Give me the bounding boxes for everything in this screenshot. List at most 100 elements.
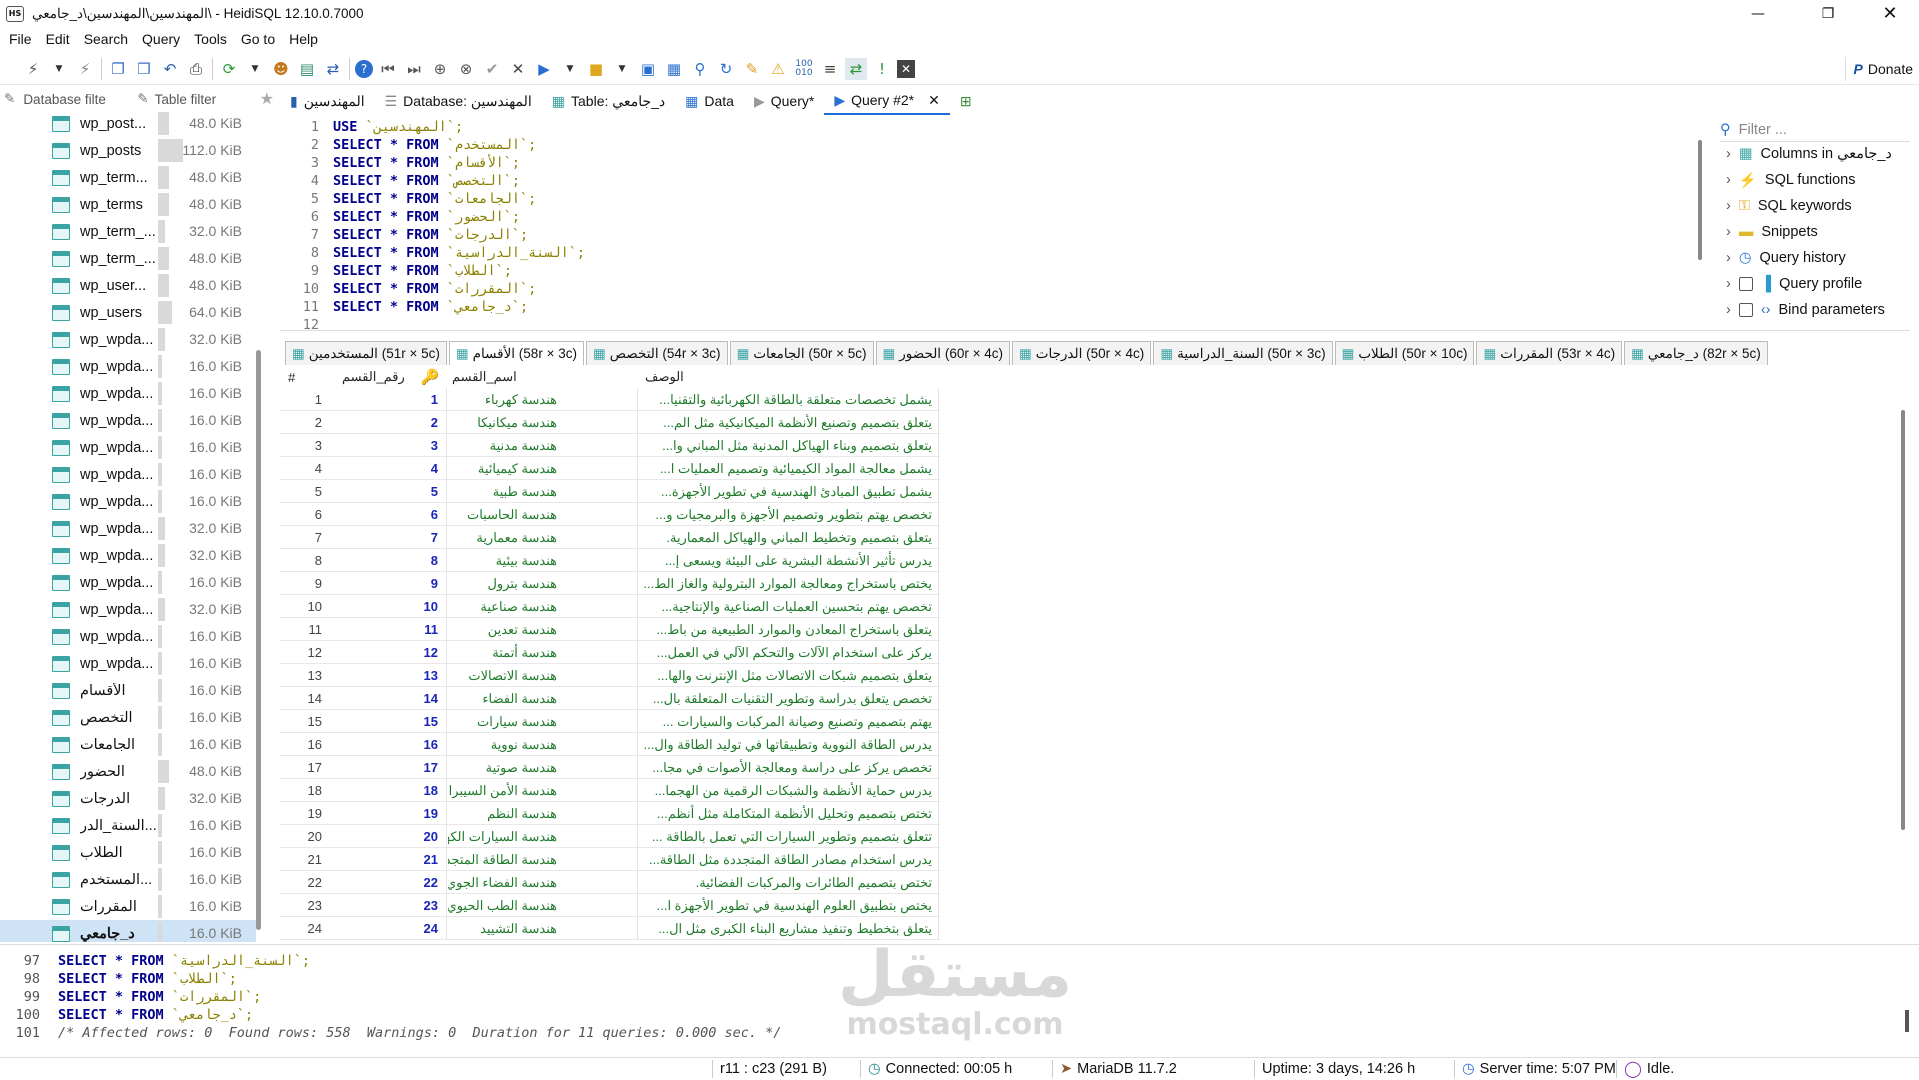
export-icon[interactable]: ▤ — [296, 58, 318, 80]
dept-id-cell[interactable]: 20 — [337, 825, 447, 848]
dept-name-cell[interactable]: هندسة مدنية — [448, 434, 638, 457]
description-cell[interactable]: يهتم بتصميم وتصنيع وصيانة المركبات والسي… — [639, 710, 939, 733]
tree-item-table[interactable]: wp_wpda... 16.0 KiB — [0, 434, 256, 461]
tree-item-table[interactable]: wp_wpda... 16.0 KiB — [0, 650, 256, 677]
chevron-right-icon[interactable]: › — [1726, 302, 1731, 318]
dept-name-cell[interactable]: هندسة نووية — [448, 733, 638, 756]
result-tab[interactable]: ▦ الطلاب (50r × 10c) — [1334, 341, 1475, 365]
description-cell[interactable]: يتعلق بتصميم وتخطيط المباني والهياكل الم… — [639, 526, 939, 549]
description-cell[interactable]: يتعلق باستخراج المعادن والموارد الطبيعية… — [639, 618, 939, 641]
helper-item[interactable]: › ⚡ SQL functions — [1726, 168, 1855, 192]
sync-icon[interactable]: ⇄ — [322, 58, 344, 80]
tree-scrollbar[interactable] — [256, 350, 261, 930]
delete-record-icon[interactable]: ⊗ — [455, 58, 477, 80]
description-cell[interactable]: تخصص يركز على دراسة ومعالجة الأصوات في م… — [639, 756, 939, 779]
description-cell[interactable]: يشمل معالجة المواد الكيميائية وتصميم الع… — [639, 457, 939, 480]
warning-icon[interactable]: ⚠ — [767, 58, 789, 80]
helper-item[interactable]: › ▐ Query profile — [1726, 272, 1862, 296]
tree-item-table[interactable]: wp_terms 48.0 KiB — [0, 191, 256, 218]
result-tab[interactable]: ▦ السنة_الدراسية (50r × 3c) — [1153, 341, 1333, 365]
dept-id-cell[interactable]: 3 — [337, 434, 447, 457]
disconnect-icon[interactable]: ⚡ — [74, 58, 96, 80]
menu-goto[interactable]: Go to — [241, 31, 275, 47]
tree-item-table[interactable]: wp_term... 48.0 KiB — [0, 164, 256, 191]
chevron-right-icon[interactable]: › — [1726, 250, 1731, 266]
tree-item-table[interactable]: wp_wpda... 16.0 KiB — [0, 407, 256, 434]
connect-icon[interactable]: ⚡ — [22, 58, 44, 80]
tab-query[interactable]: ▶ Query* — [744, 87, 824, 115]
dept-name-cell[interactable]: هندسة الاتصالات — [448, 664, 638, 687]
dept-name-cell[interactable]: هندسة أتمتة — [448, 641, 638, 664]
clear-icon[interactable]: ✎ — [741, 58, 763, 80]
description-cell[interactable]: يتعلق بتصميم وبناء الهياكل المدنية مثل ا… — [639, 434, 939, 457]
table-row[interactable]: 2121هندسة الطاقة المتجددةيدرس استخدام مص… — [280, 848, 940, 871]
result-tab[interactable]: ▦ د_جامعي (82r × 5c) — [1624, 341, 1768, 365]
dept-name-cell[interactable]: هندسة بيئية — [448, 549, 638, 572]
tree-item-table[interactable]: الحضور 48.0 KiB — [0, 758, 256, 785]
tree-item-table[interactable]: wp_wpda... 32.0 KiB — [0, 515, 256, 542]
chevron-right-icon[interactable]: › — [1726, 276, 1731, 292]
tree-item-table[interactable]: wp_wpda... 16.0 KiB — [0, 623, 256, 650]
user-manager-icon[interactable]: ☻ — [270, 58, 292, 80]
dept-id-cell[interactable]: 23 — [337, 894, 447, 917]
tab-data[interactable]: ▦ Data — [675, 87, 744, 115]
menu-query[interactable]: Query — [142, 31, 180, 47]
menu-edit[interactable]: Edit — [46, 31, 70, 47]
dropdown-arrow-icon[interactable]: ▼ — [244, 58, 266, 80]
tree-item-table[interactable]: wp_wpda... 32.0 KiB — [0, 542, 256, 569]
database-filter-input[interactable]: Database filte — [23, 92, 133, 107]
description-cell[interactable]: يدرس حماية الأنظمة والشبكات الرقمية من ا… — [639, 779, 939, 802]
dept-name-cell[interactable]: هندسة الطب الحيوي — [448, 894, 638, 917]
splitter[interactable] — [280, 330, 1910, 338]
dept-id-cell[interactable]: 22 — [337, 871, 447, 894]
tree-item-table[interactable]: wp_users 64.0 KiB — [0, 299, 256, 326]
result-tab[interactable]: ▦ الأقسام (58r × 3c) — [448, 341, 584, 365]
table-row[interactable]: 10 10 هندسة صناعية تخصص يهتم بتحسين العمليا… — [280, 595, 940, 618]
dept-name-cell[interactable]: هندسة الأمن السيبراني — [448, 779, 638, 802]
minimize-button[interactable]: — — [1735, 0, 1781, 27]
table-filter-input[interactable]: Table filter — [155, 92, 250, 107]
grid-scrollbar[interactable] — [1901, 410, 1905, 830]
new-query-tab-button[interactable]: ⊞ — [950, 87, 982, 115]
dept-id-cell[interactable]: 24 — [337, 917, 447, 940]
save-as-icon[interactable]: ▦ — [663, 58, 685, 80]
table-row[interactable]: 23 23 هندسة الطب الحيوي يختص بتطبيق العلوم … — [280, 894, 940, 917]
save-icon[interactable]: ▣ — [637, 58, 659, 80]
table-row[interactable]: 1818هندسة الأمن السيبرانييدرس حماية الأن… — [280, 779, 940, 802]
description-cell[interactable]: يتعلق بتخطيط وتنفيذ مشاريع البناء الكبرى… — [639, 917, 939, 940]
wrap-icon[interactable]: ≡ — [819, 58, 841, 80]
table-row[interactable]: 6 6 هندسة الحاسبات تخصص يهتم بتطوير وتصميم … — [280, 503, 940, 526]
description-cell[interactable]: يختص باستخراج ومعالجة الموارد البترولية … — [639, 572, 939, 595]
dept-id-cell[interactable]: 5 — [337, 480, 447, 503]
description-cell[interactable]: يتعلق بتصميم وتصنيع الأنظمة الميكانيكية … — [639, 411, 939, 434]
dept-id-cell[interactable]: 14 — [337, 687, 447, 710]
donate-button[interactable]: P Donate — [1844, 57, 1913, 81]
table-row[interactable]: 15 15 هندسة سيارات يهتم بتصميم وتصنيع وصيان… — [280, 710, 940, 733]
table-row[interactable]: 22 22 هندسة الفضاء الجوي تختص بتصميم الطائر… — [280, 871, 940, 894]
result-tab[interactable]: ▦ الدرجات (50r × 4c) — [1011, 341, 1152, 365]
result-tab[interactable]: ▦ المقررات (53r × 4c) — [1476, 341, 1623, 365]
dept-name-cell[interactable]: هندسة طبية — [448, 480, 638, 503]
help-icon[interactable]: ? — [355, 59, 373, 78]
dept-id-cell[interactable]: 18 — [337, 779, 447, 802]
binary-icon[interactable]: 100 010 — [793, 58, 815, 80]
maximize-button[interactable]: ❐ — [1805, 0, 1851, 27]
dept-name-cell[interactable]: هندسة سيارات — [448, 710, 638, 733]
table-row[interactable]: 19 19 هندسة النظم تختص بتصميم وتحليل الأنظم… — [280, 802, 940, 825]
dept-id-cell[interactable]: 8 — [337, 549, 447, 572]
result-tab[interactable]: ▦ الحضور (60r × 4c) — [875, 341, 1010, 365]
tab-database[interactable]: ☰ Database: المهندسين — [375, 87, 542, 115]
tree-item-table[interactable]: wp_wpda... 16.0 KiB — [0, 569, 256, 596]
tree-item-table[interactable]: wp_post... 48.0 KiB — [0, 110, 256, 137]
grid-header-dept-name[interactable]: اسم_القسم — [452, 366, 517, 388]
dept-name-cell[interactable]: هندسة بترول — [448, 572, 638, 595]
description-cell[interactable]: تخصص يهتم بتحسين العمليات الصناعية والإن… — [639, 595, 939, 618]
cancel-record-icon[interactable]: ✕ — [507, 58, 529, 80]
dept-name-cell[interactable]: هندسة كهرباء — [448, 388, 638, 411]
description-cell[interactable]: يختص بتطبيق العلوم الهندسية في تطوير الأ… — [639, 894, 939, 917]
dept-name-cell[interactable]: هندسة التشييد — [448, 917, 638, 940]
description-cell[interactable]: تختص بتصميم الطائرات والمركبات الفضائية. — [639, 871, 939, 894]
dept-id-cell[interactable]: 19 — [337, 802, 447, 825]
insert-record-icon[interactable]: ⊕ — [429, 58, 451, 80]
tree-item-table[interactable]: wp_wpda... 16.0 KiB — [0, 461, 256, 488]
